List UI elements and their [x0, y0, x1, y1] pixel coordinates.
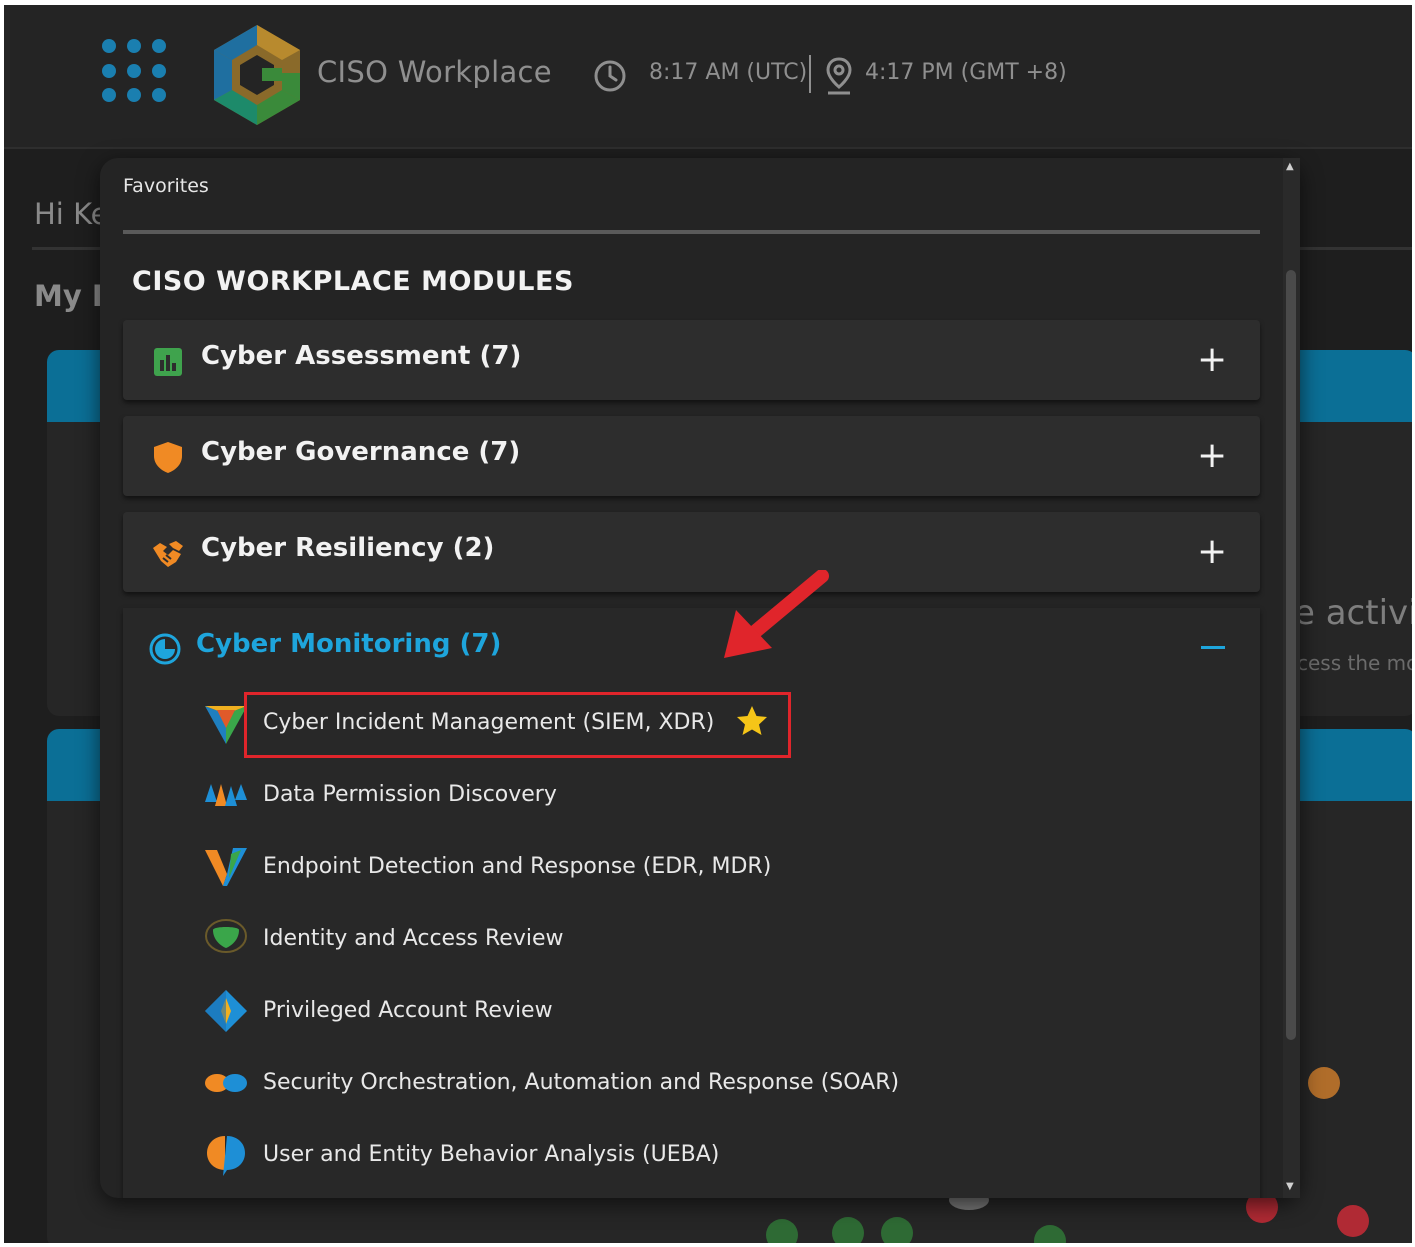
modules-title: CISO WORKPLACE MODULES — [132, 266, 574, 297]
graph-node — [1337, 1205, 1369, 1237]
section-cyber-resiliency[interactable]: Cyber Resiliency (2) + — [123, 512, 1260, 592]
edr-icon — [205, 848, 247, 886]
section-label[interactable]: Cyber Monitoring (7) — [196, 629, 501, 659]
module-privileged-account-review[interactable]: Privileged Account Review — [203, 984, 1103, 1036]
greeting-text: Hi Ke — [34, 197, 109, 231]
module-label: Security Orchestration, Automation and R… — [263, 1070, 900, 1095]
soar-icon — [205, 1074, 247, 1092]
access-text: cess the mo — [1297, 651, 1412, 675]
shield-icon — [154, 442, 182, 473]
module-label: Identity and Access Review — [263, 926, 564, 951]
favorites-label: Favorites — [123, 175, 209, 197]
top-bar: CISO Workplace 8:17 AM (UTC) 4:17 PM (GM… — [4, 5, 1412, 149]
clock-icon — [594, 60, 626, 92]
graph-node — [1308, 1067, 1340, 1099]
favorites-divider — [123, 230, 1260, 234]
scroll-up-icon[interactable]: ▲ — [1286, 162, 1294, 172]
section-cyber-governance[interactable]: Cyber Governance (7) + — [123, 416, 1260, 496]
module-label: Data Permission Discovery — [263, 782, 557, 807]
section-label: Cyber Governance (7) — [201, 437, 521, 467]
expand-plus-icon[interactable]: + — [1197, 340, 1227, 380]
red-arrow-icon — [724, 570, 829, 658]
apps-grid-icon[interactable] — [102, 39, 168, 105]
module-ueba[interactable]: User and Entity Behavior Analysis (UEBA) — [203, 1128, 1103, 1180]
graph-node — [881, 1217, 913, 1243]
modules-menu-panel: Favorites CISO WORKPLACE MODULES Cyber A… — [100, 158, 1300, 1198]
collapse-minus-icon[interactable] — [1201, 646, 1225, 649]
privileged-icon — [205, 990, 247, 1032]
section-label: Cyber Assessment (7) — [201, 341, 522, 371]
highlight-box — [244, 692, 791, 758]
monitoring-icon[interactable] — [148, 632, 182, 666]
module-label: User and Entity Behavior Analysis (UEBA) — [263, 1142, 720, 1167]
local-time: 4:17 PM (GMT +8) — [865, 60, 1067, 85]
scroll-down-icon[interactable]: ▼ — [1286, 1182, 1294, 1192]
graph-node — [766, 1219, 798, 1243]
location-pin-icon — [826, 57, 852, 95]
ciso-logo-icon — [214, 25, 300, 125]
section-label: Cyber Resiliency (2) — [201, 533, 495, 563]
bar-chart-icon — [154, 348, 182, 376]
module-endpoint-detection[interactable]: Endpoint Detection and Response (EDR, MD… — [203, 840, 1103, 892]
ueba-icon — [207, 1136, 245, 1176]
expand-plus-icon[interactable]: + — [1197, 436, 1227, 476]
graph-node — [832, 1217, 864, 1243]
identity-icon — [205, 919, 247, 953]
section-cyber-assessment[interactable]: Cyber Assessment (7) + — [123, 320, 1260, 400]
data-permission-icon — [205, 784, 247, 806]
module-label: Privileged Account Review — [263, 998, 553, 1023]
app-title: CISO Workplace — [317, 55, 552, 89]
handshake-icon — [153, 541, 183, 567]
scrollbar-thumb[interactable] — [1286, 270, 1296, 1040]
time-divider — [809, 55, 811, 93]
module-data-permission-discovery[interactable]: Data Permission Discovery — [203, 768, 1103, 820]
module-identity-access-review[interactable]: Identity and Access Review — [203, 912, 1103, 964]
module-label: Endpoint Detection and Response (EDR, MD… — [263, 854, 772, 879]
module-soar[interactable]: Security Orchestration, Automation and R… — [203, 1056, 1103, 1108]
expand-plus-icon[interactable]: + — [1197, 532, 1227, 572]
utc-time: 8:17 AM (UTC) — [649, 60, 808, 85]
activity-text: e activit — [1294, 593, 1412, 633]
siem-icon — [205, 706, 247, 744]
